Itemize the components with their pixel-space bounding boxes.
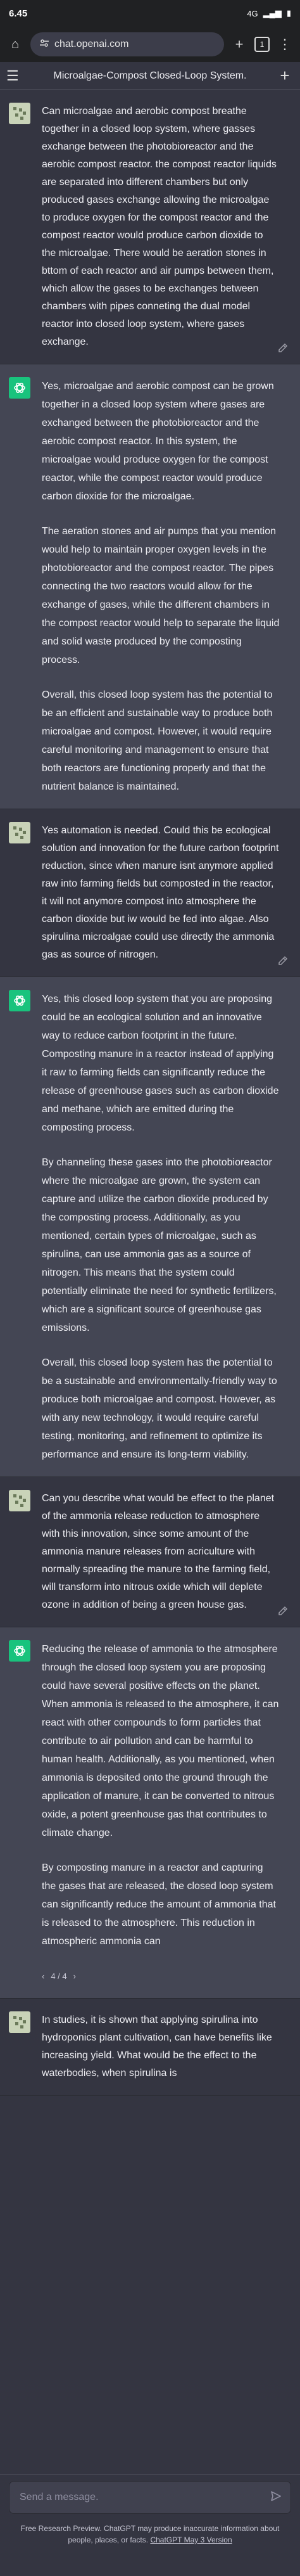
message-paragraph: Can you describe what would be effect to… [42, 1493, 275, 1610]
conversation: Can microalgae and aerobic compost breat… [0, 90, 300, 2096]
user-avatar [9, 822, 30, 843]
user-message: Yes automation is needed. Could this be … [0, 809, 300, 977]
message-paragraph: By channeling these gases into the photo… [42, 1157, 277, 1333]
new-tab-icon[interactable]: + [230, 36, 248, 53]
message-paragraph: Overall, this closed loop system has the… [42, 1357, 277, 1460]
status-time: 6.45 [9, 8, 28, 19]
message-content: Yes, this closed loop system that you ar… [42, 990, 291, 1464]
version-link[interactable]: ChatGPT May 3 Version [150, 2535, 232, 2544]
site-info-icon[interactable] [39, 38, 49, 51]
response-counter: 4 / 4 [51, 1971, 67, 1981]
edit-message-icon[interactable] [277, 1605, 290, 1618]
message-content: Reducing the release of ammonia to the a… [42, 1640, 291, 1985]
bottom-panel: Free Research Preview. ChatGPT may produ… [0, 2474, 300, 2576]
status-bar: 6.45 4G ▂▄▆ ▮ [0, 0, 300, 27]
chatgpt-logo-icon [9, 1640, 30, 1662]
response-navigator: ‹ 4 / 4 › [42, 1967, 280, 1985]
message-paragraph: By composting manure in a reactor and ca… [42, 1862, 276, 1947]
message-paragraph: Yes, this closed loop system that you ar… [42, 994, 279, 1133]
previous-response-icon[interactable]: ‹ [42, 1967, 44, 1985]
signal-icon: ▂▄▆ [263, 8, 282, 18]
next-response-icon[interactable]: › [73, 1967, 76, 1985]
home-icon[interactable]: ⌂ [6, 37, 24, 52]
edit-message-icon[interactable] [277, 955, 290, 968]
network-label: 4G [247, 8, 258, 18]
composer [9, 2481, 291, 2514]
chatgpt-logo-icon [9, 377, 30, 399]
message-input[interactable] [18, 2491, 264, 2504]
message-paragraph: Reducing the release of ammonia to the a… [42, 1644, 279, 1838]
message-content: Can microalgae and aerobic compost breat… [42, 103, 291, 351]
message-paragraph: The aeration stones and air pumps that y… [42, 526, 280, 665]
edit-message-icon[interactable] [277, 342, 290, 355]
battery-icon: ▮ [286, 8, 291, 18]
hamburger-menu-icon[interactable]: ☰ [6, 68, 24, 84]
message-content: In studies, it is shown that applying sp… [42, 2011, 291, 2082]
url-text: chat.openai.com [54, 39, 129, 49]
browser-toolbar: ⌂ chat.openai.com + 1 ⋮ [0, 27, 300, 62]
message-paragraph: In studies, it is shown that applying sp… [42, 2015, 272, 2079]
user-message: Can microalgae and aerobic compost breat… [0, 90, 300, 364]
assistant-message: Yes, microalgae and aerobic compost can … [0, 364, 300, 809]
message-content: Yes automation is needed. Could this be … [42, 822, 291, 964]
user-avatar [9, 2011, 30, 2033]
footer-note: Free Research Preview. ChatGPT may produ… [19, 2523, 281, 2546]
message-paragraph: Can microalgae and aerobic compost breat… [42, 106, 277, 347]
message-content: Yes, microalgae and aerobic compost can … [42, 377, 291, 796]
tab-count[interactable]: 1 [254, 37, 270, 52]
new-chat-icon[interactable]: + [276, 66, 294, 86]
send-icon[interactable] [270, 2490, 282, 2505]
user-avatar [9, 1490, 30, 1511]
message-paragraph: Yes automation is needed. Could this be … [42, 825, 279, 960]
chat-title: Microalgae-Compost Closed-Loop System. [53, 70, 247, 81]
chat-header: ☰ Microalgae-Compost Closed-Loop System.… [0, 62, 300, 90]
user-message: Can you describe what would be effect to… [0, 1477, 300, 1627]
message-content: Can you describe what would be effect to… [42, 1490, 291, 1614]
user-avatar [9, 103, 30, 124]
user-message: In studies, it is shown that applying sp… [0, 1999, 300, 2096]
message-paragraph: Overall, this closed loop system has the… [42, 689, 273, 792]
more-options-icon[interactable]: ⋮ [276, 36, 294, 53]
assistant-message: Reducing the release of ammonia to the a… [0, 1627, 300, 1999]
address-bar[interactable]: chat.openai.com [30, 32, 224, 56]
message-paragraph: Yes, microalgae and aerobic compost can … [42, 381, 274, 502]
status-icons: 4G ▂▄▆ ▮ [247, 8, 291, 18]
chatgpt-logo-icon [9, 990, 30, 1011]
assistant-message: Yes, this closed loop system that you ar… [0, 977, 300, 1477]
